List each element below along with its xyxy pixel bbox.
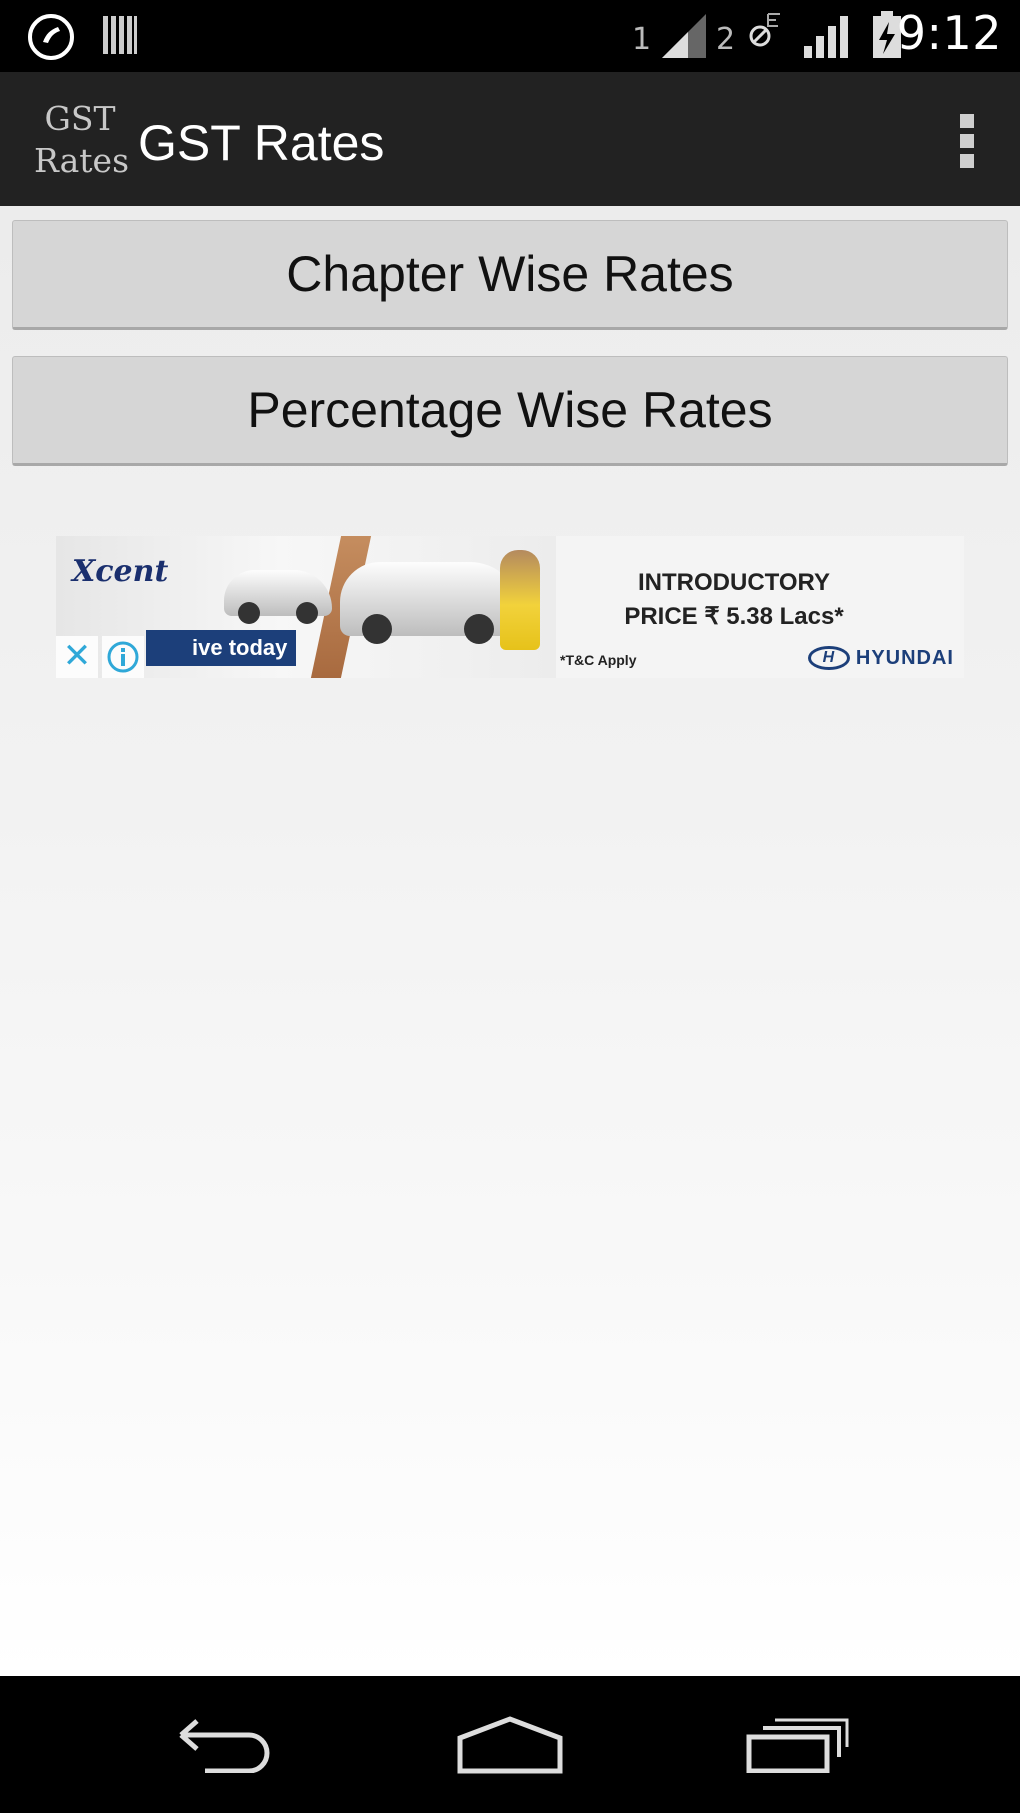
page-title: GST Rates: [138, 115, 385, 171]
ad-headline-line1: INTRODUCTORY: [638, 569, 830, 596]
ad-info-icon[interactable]: [102, 636, 144, 678]
ad-cta-button[interactable]: ive today: [146, 630, 296, 666]
ad-maker-name: HYUNDAI: [855, 646, 954, 669]
main-content: Chapter Wise Rates Percentage Wise Rates…: [0, 206, 1020, 1676]
dnd-icon: [748, 10, 782, 50]
person-image: [500, 550, 540, 650]
ad-terms: *T&C Apply: [560, 652, 637, 668]
recents-icon[interactable]: [742, 1712, 852, 1778]
wheel: [464, 614, 494, 644]
wheel: [238, 602, 260, 624]
ad-headline: INTRODUCTORY PRICE ₹ 5.38 Lacs*: [584, 566, 884, 634]
ad-banner[interactable]: Xcent ive today ✕ INTRODUCTORY PRICE ₹ 5…: [56, 536, 964, 678]
ad-maker: H HYUNDAI: [807, 646, 954, 670]
ad-brand: Xcent: [72, 554, 169, 589]
app-logo-line1: GST: [44, 99, 116, 138]
percentage-wise-rates-button[interactable]: Percentage Wise Rates: [12, 356, 1008, 466]
sim2-label: 2: [716, 22, 736, 57]
wheel: [362, 614, 392, 644]
status-bar: 1 2 9:12: [0, 0, 1020, 72]
ad-close-icon[interactable]: ✕: [56, 636, 98, 678]
signal-icon: [800, 12, 852, 60]
app-logo[interactable]: GST Rates: [34, 98, 130, 182]
car-image: [224, 570, 332, 624]
overflow-menu-icon[interactable]: [952, 110, 982, 172]
hyundai-logo-icon: H: [807, 646, 850, 670]
wheel: [296, 602, 318, 624]
ad-headline-line2: PRICE ₹ 5.38 Lacs*: [624, 603, 844, 630]
navigation-bar: [0, 1676, 1020, 1813]
sim1-label: 1: [632, 22, 652, 57]
overflow-dot: [960, 134, 974, 148]
call-icon: [24, 12, 78, 62]
barcode-icon: [100, 14, 140, 56]
clock: 9:12: [896, 6, 1002, 60]
overflow-dot: [960, 154, 974, 168]
signal-icon: [658, 12, 710, 60]
car-image: [340, 562, 520, 644]
back-icon[interactable]: [170, 1712, 280, 1778]
home-icon[interactable]: [452, 1712, 568, 1778]
action-bar: GST Rates GST Rates: [0, 72, 1020, 212]
chapter-wise-rates-button[interactable]: Chapter Wise Rates: [12, 220, 1008, 330]
app-logo-line2: Rates: [34, 141, 130, 180]
overflow-dot: [960, 114, 974, 128]
